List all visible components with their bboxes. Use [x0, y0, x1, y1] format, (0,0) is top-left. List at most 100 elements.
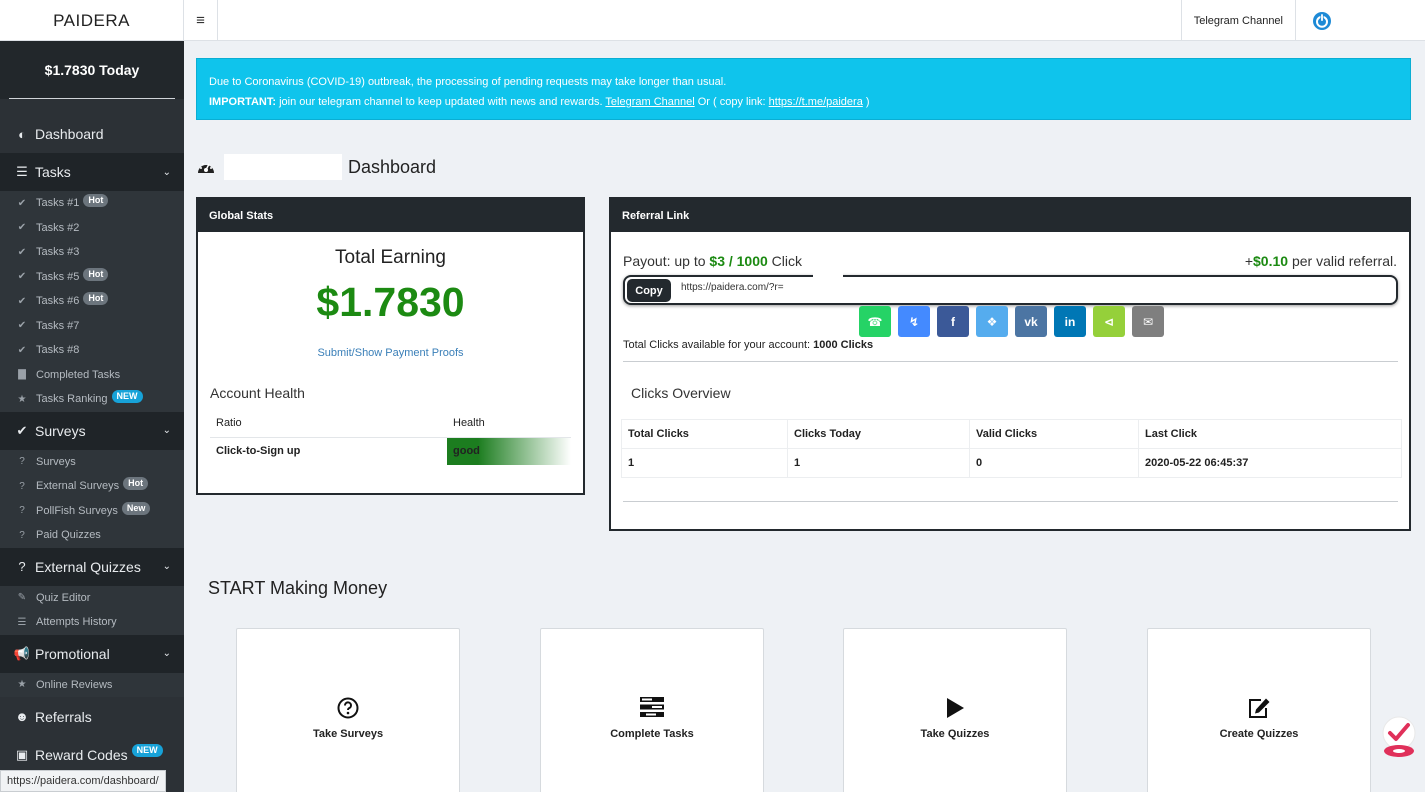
sidebar-item-label: Surveys [36, 455, 76, 468]
check-icon: ✔ [17, 222, 27, 234]
sidebar-subitem[interactable]: ✔ Tasks #6 Hot [0, 289, 184, 314]
chevron-down-icon: ⌄ [162, 648, 171, 659]
sidebar-item-attempts-history[interactable]: ☰ Attempts History [0, 610, 184, 635]
card-header: Global Stats [198, 199, 583, 232]
share-buttons: ☎ ↯ f ❖ vk in ⊲ ✉ [859, 306, 1164, 337]
sidebar-item-external-quizzes[interactable]: ? External Quizzes ⌄ [0, 547, 184, 586]
dashboard-icon: ◐ [18, 126, 26, 142]
hot-badge: Hot [83, 267, 109, 281]
sidebar-item-dashboard[interactable]: ◐ Dashboard [0, 115, 184, 153]
alert-text: Or ( copy link: [694, 96, 769, 108]
sidebar-subitem[interactable]: ? Paid Quizzes [0, 523, 184, 548]
telegram-channel-link[interactable]: Telegram Channel [1180, 0, 1296, 41]
question-circle-icon: ? [19, 529, 25, 541]
question-circle-icon [337, 697, 359, 719]
table-cell: 1 [787, 448, 970, 478]
payout-value: $3 / 1000 [709, 253, 768, 269]
floating-check-icon[interactable] [1380, 716, 1418, 758]
table-row: 1 1 0 2020-05-22 06:45:37 [621, 448, 1402, 478]
sidebar-item-tasks[interactable]: ☰ Tasks ⌄ [0, 153, 184, 191]
divider [623, 361, 1398, 362]
health-status: good [447, 437, 571, 465]
gift-icon: ▣ [15, 747, 29, 762]
per-referral-text: +$0.10 per valid referral. [1245, 253, 1397, 269]
alert-telegram-url[interactable]: https://t.me/paidera [769, 96, 863, 108]
total-clicks-available: Total Clicks available for your account:… [623, 339, 873, 351]
sidebar-item-label: External Quizzes [35, 558, 141, 575]
column-header: Ratio [210, 409, 447, 438]
email-share-icon[interactable]: ✉ [1132, 306, 1164, 337]
table-cell: 0 [969, 448, 1139, 478]
whatsapp-share-icon[interactable]: ☎ [859, 306, 891, 337]
check-icon: ✔ [17, 197, 27, 209]
brand-logo[interactable]: PAIDERA [0, 0, 184, 41]
edit-icon: ✎ [17, 592, 27, 604]
menu-toggle-icon[interactable]: ≡ [184, 0, 218, 41]
ratio-cell: Click-to-Sign up [216, 445, 301, 458]
per-prefix: + [1244, 253, 1254, 269]
sidebar-subitem[interactable]: ? Surveys [0, 449, 184, 474]
check-icon: ✔ [17, 246, 27, 258]
copy-button[interactable]: Copy [627, 279, 671, 302]
linkedin-share-icon[interactable]: in [1054, 306, 1086, 337]
take-surveys-tile[interactable]: Take Surveys [236, 628, 460, 792]
sidebar-item-label: PollFish Surveys [36, 504, 118, 517]
redacted-username [224, 154, 342, 180]
sidebar-item-surveys[interactable]: ✔ Surveys ⌄ [0, 411, 184, 450]
sidebar-subitem[interactable]: ★ Tasks Ranking NEW [0, 387, 184, 412]
alert-important: IMPORTANT: [209, 96, 277, 108]
sidebar-item-referrals[interactable]: ☻ Referrals [0, 697, 184, 736]
sidebar-item-quiz-editor[interactable]: ✎ Quiz Editor [0, 585, 184, 610]
edit-icon [1249, 698, 1270, 718]
share-icon[interactable]: ⊲ [1093, 306, 1125, 337]
global-stats-card: Global Stats Total Earning $1.7830 Submi… [196, 197, 585, 495]
sidebar-item-label: Surveys [35, 422, 86, 439]
start-making-money-title: START Making Money [208, 578, 388, 598]
vk-share-icon[interactable]: vk [1015, 306, 1047, 337]
sidebar-subitem[interactable]: ? PollFish Surveys New [0, 498, 184, 523]
sidebar-item-promotional[interactable]: 📢 Promotional ⌄ [0, 634, 184, 673]
sidebar-item-online-reviews[interactable]: ★ Online Reviews [0, 672, 184, 697]
sidebar-subitem[interactable]: ✔ Tasks #8 [0, 338, 184, 363]
check-icon: ✔ [17, 271, 27, 283]
referral-link-input[interactable] [681, 282, 1381, 293]
new-badge: NEW [131, 743, 163, 757]
account-health-title: Account Health [210, 385, 305, 401]
twitter-share-icon[interactable]: ❖ [976, 306, 1008, 337]
question-circle-icon: ? [19, 505, 25, 517]
new-badge: New [121, 501, 151, 515]
sidebar-subitem[interactable]: ✔ Tasks #1 Hot [0, 191, 184, 216]
column-header: Clicks Today [787, 419, 970, 449]
sidebar-item-label: Tasks #5 [36, 270, 80, 283]
facebook-share-icon[interactable]: f [937, 306, 969, 337]
power-icon[interactable] [1312, 11, 1332, 31]
clicks-table: Total Clicks Clicks Today Valid Clicks L… [621, 419, 1402, 478]
messenger-share-icon[interactable]: ↯ [898, 306, 930, 337]
sidebar-subitem[interactable]: ? External Surveys Hot [0, 474, 184, 499]
sidebar-item-label: Promotional [35, 645, 110, 662]
sidebar-subitem[interactable]: ✔ Tasks #7 [0, 313, 184, 338]
alert-text: join our telegram channel to keep update… [276, 96, 606, 108]
chevron-down-icon: ⌄ [162, 425, 171, 436]
card-header: Referral Link [611, 199, 1409, 232]
take-quizzes-tile[interactable]: Take Quizzes [843, 628, 1067, 792]
complete-tasks-tile[interactable]: Complete Tasks [540, 628, 764, 792]
chevron-down-icon: ⌄ [162, 561, 171, 572]
sidebar-item-label: Referrals [35, 708, 92, 725]
sidebar-item-label: Tasks #6 [36, 295, 80, 308]
sidebar-subitem[interactable]: ✔ Tasks #3 [0, 240, 184, 265]
sidebar-item-reward-codes[interactable]: ▣ Reward Codes NEW [0, 736, 184, 774]
column-header: Health [447, 409, 571, 438]
sidebar-subitem[interactable]: ✔ Tasks #5 Hot [0, 264, 184, 289]
sidebar-subitem[interactable]: ▇ Completed Tasks [0, 362, 184, 387]
sidebar-item-label: Dashboard [35, 126, 104, 142]
per-suffix: per valid referral. [1288, 253, 1397, 269]
sidebar-subitem[interactable]: ✔ Tasks #2 [0, 215, 184, 240]
alert-telegram-link[interactable]: Telegram Channel [605, 96, 694, 108]
play-icon [947, 698, 964, 718]
create-quizzes-tile[interactable]: Create Quizzes [1147, 628, 1371, 792]
payment-proofs-link[interactable]: Submit/Show Payment Proofs [198, 347, 583, 359]
bullhorn-icon: 📢 [13, 645, 31, 661]
chevron-down-icon: ⌄ [162, 166, 171, 178]
sidebar-item-label: Tasks #1 [36, 197, 80, 210]
